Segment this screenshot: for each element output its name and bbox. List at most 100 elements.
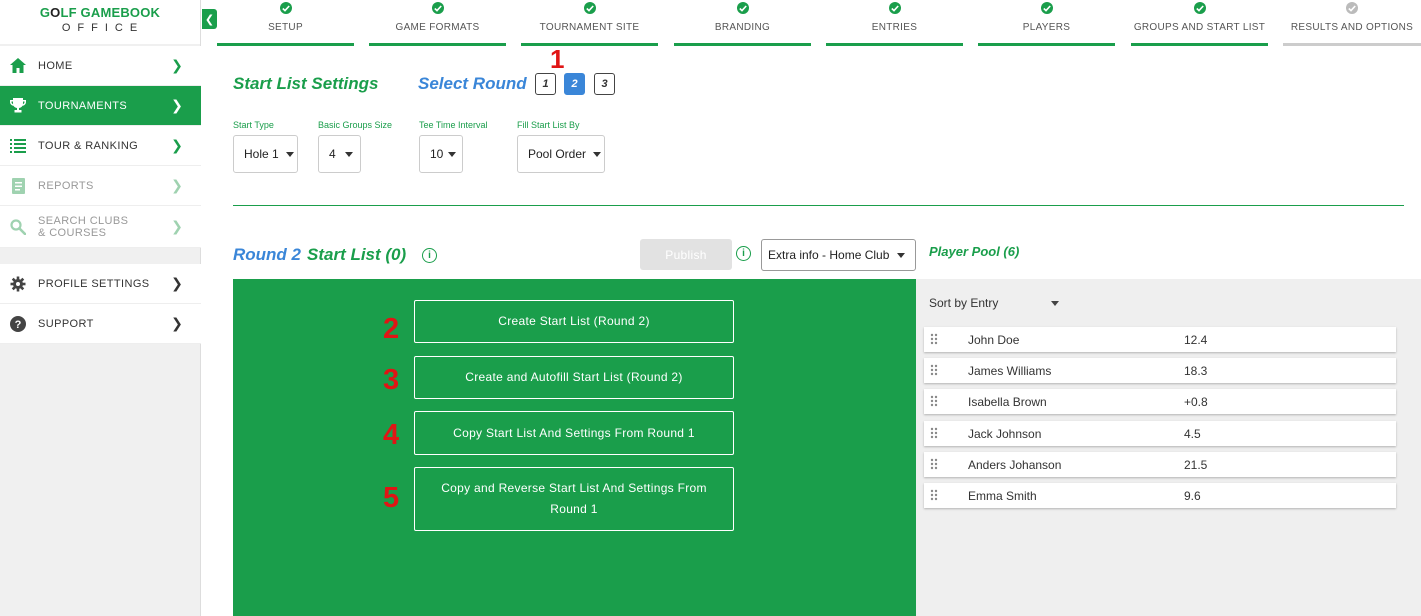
round-label: Round 2 xyxy=(233,245,301,264)
chevron-right-icon: ❯ xyxy=(171,315,183,331)
start-type-label: Start Type xyxy=(233,120,274,130)
sidebar-item-label: REPORTS xyxy=(38,179,94,192)
player-handicap: 4.5 xyxy=(1184,427,1201,441)
round-1-button[interactable]: 1 xyxy=(535,73,556,95)
step-entries[interactable]: ENTRIES xyxy=(826,0,963,46)
step-branding[interactable]: BRANDING xyxy=(674,0,811,46)
caret-down-icon[interactable] xyxy=(1051,301,1059,306)
caret-down-icon xyxy=(344,151,353,157)
chevron-left-icon: ❮ xyxy=(204,13,215,26)
step-results-options[interactable]: RESULTS AND OPTIONS xyxy=(1283,0,1421,46)
annotation-5: 5 xyxy=(383,482,400,514)
sidebar-item-label: HOME xyxy=(38,59,73,72)
sidebar-item-label: TOURNAMENTS xyxy=(38,99,128,112)
list-item[interactable]: Anders Johanson 21.5 xyxy=(924,452,1396,477)
select-round-label: Select Round xyxy=(418,74,527,93)
tee-interval-select[interactable]: 10 xyxy=(419,135,463,173)
player-name: John Doe xyxy=(968,333,1020,347)
home-icon xyxy=(9,57,27,75)
section-divider xyxy=(233,205,1404,206)
trophy-icon xyxy=(9,97,27,115)
check-icon xyxy=(888,2,901,14)
start-list-title: Start List (0) xyxy=(307,245,407,264)
player-handicap: 12.4 xyxy=(1184,333,1208,347)
copy-start-list-button[interactable]: Copy Start List And Settings From Round … xyxy=(414,411,734,455)
chevron-right-icon: ❯ xyxy=(171,275,183,291)
create-autofill-start-list-button[interactable]: Create and Autofill Start List (Round 2) xyxy=(414,356,734,399)
help-icon: ? xyxy=(9,315,27,333)
player-pool-title: Player Pool (6) xyxy=(929,244,1020,259)
list-item[interactable]: Emma Smith 9.6 xyxy=(924,483,1396,508)
drag-handle-icon[interactable] xyxy=(930,489,938,501)
check-icon xyxy=(1346,2,1358,14)
fill-start-list-label: Fill Start List By xyxy=(517,120,580,130)
sidebar-item-support[interactable]: ? SUPPORT ❯ xyxy=(0,304,201,344)
player-name: Emma Smith xyxy=(968,489,1037,503)
chevron-right-icon: ❯ xyxy=(171,57,183,73)
sidebar-item-profile-settings[interactable]: PROFILE SETTINGS ❯ xyxy=(0,264,201,304)
caret-down-icon xyxy=(593,151,602,157)
drag-handle-icon[interactable] xyxy=(930,364,938,376)
annotation-2: 2 xyxy=(383,313,400,345)
chevron-right-icon: ❯ xyxy=(171,177,183,193)
round-3-button[interactable]: 3 xyxy=(594,73,615,95)
step-tournament-site[interactable]: TOURNAMENT SITE xyxy=(521,0,658,46)
player-name: James Williams xyxy=(968,364,1052,378)
player-handicap: 21.5 xyxy=(1184,458,1208,472)
sidebar-item-label: PROFILE SETTINGS xyxy=(38,277,150,290)
annotation-1: 1 xyxy=(550,44,565,74)
sidebar-item-label: SUPPORT xyxy=(38,317,94,330)
sidebar-item-reports[interactable]: REPORTS ❯ xyxy=(0,166,201,206)
sidebar-item-tour-ranking[interactable]: TOUR & RANKING ❯ xyxy=(0,126,201,166)
check-icon xyxy=(431,2,444,14)
start-list-settings-title: Start List Settings xyxy=(233,74,379,93)
gear-icon xyxy=(9,275,27,293)
chevron-right-icon: ❯ xyxy=(171,137,183,153)
document-icon xyxy=(9,177,27,195)
check-icon xyxy=(583,2,596,14)
collapse-sidebar-button[interactable]: ❮ xyxy=(202,9,217,29)
list-icon xyxy=(9,137,27,155)
drag-handle-icon[interactable] xyxy=(930,458,938,470)
drag-handle-icon[interactable] xyxy=(930,427,938,439)
sidebar-item-label: TOUR & RANKING xyxy=(38,139,139,152)
sidebar-item-home[interactable]: HOME ❯ xyxy=(0,46,201,86)
drag-handle-icon[interactable] xyxy=(930,395,938,407)
step-players[interactable]: PLAYERS xyxy=(978,0,1115,46)
fill-start-list-select[interactable]: Pool Order xyxy=(517,135,605,173)
check-icon xyxy=(1040,2,1053,14)
caret-down-icon xyxy=(897,252,905,258)
step-groups-start-list[interactable]: GROUPS AND START LIST xyxy=(1131,0,1268,46)
list-item[interactable]: John Doe 12.4 xyxy=(924,327,1396,352)
create-start-list-button[interactable]: Create Start List (Round 2) xyxy=(414,300,734,343)
player-handicap: +0.8 xyxy=(1184,395,1208,409)
publish-button[interactable]: Publish xyxy=(640,239,732,270)
sidebar-item-search-clubs[interactable]: SEARCH CLUBS & COURSES ❯ xyxy=(0,206,201,248)
groups-size-select[interactable]: 4 xyxy=(318,135,361,173)
player-handicap: 18.3 xyxy=(1184,364,1208,378)
info-icon[interactable]: i xyxy=(736,246,751,261)
app-logo[interactable]: GOLF GAMEBOOK OFFICE xyxy=(0,0,200,44)
drag-handle-icon[interactable] xyxy=(930,333,938,345)
sidebar-item-tournaments[interactable]: TOURNAMENTS ❯ xyxy=(0,86,201,126)
check-icon xyxy=(279,2,292,14)
check-icon xyxy=(1193,2,1206,14)
sort-select[interactable]: Sort by Entry xyxy=(929,296,998,310)
extra-info-select[interactable]: Extra info - Home Club xyxy=(761,239,916,271)
check-icon xyxy=(736,2,749,14)
step-setup[interactable]: SETUP xyxy=(217,0,354,46)
caret-down-icon xyxy=(448,151,457,157)
list-item[interactable]: James Williams 18.3 xyxy=(924,358,1396,383)
tee-interval-label: Tee Time Interval xyxy=(419,120,488,130)
copy-reverse-start-list-button[interactable]: Copy and Reverse Start List And Settings… xyxy=(414,467,734,531)
start-type-select[interactable]: Hole 1 xyxy=(233,135,298,173)
step-game-formats[interactable]: GAME FORMATS xyxy=(369,0,506,46)
round-2-button[interactable]: 2 xyxy=(564,73,585,95)
player-handicap: 9.6 xyxy=(1184,489,1201,503)
list-item[interactable]: Isabella Brown +0.8 xyxy=(924,389,1396,414)
list-item[interactable]: Jack Johnson 4.5 xyxy=(924,421,1396,446)
groups-size-label: Basic Groups Size xyxy=(318,120,393,130)
info-icon[interactable]: i xyxy=(422,248,437,263)
svg-text:?: ? xyxy=(15,319,22,331)
chevron-right-icon: ❯ xyxy=(171,218,183,234)
